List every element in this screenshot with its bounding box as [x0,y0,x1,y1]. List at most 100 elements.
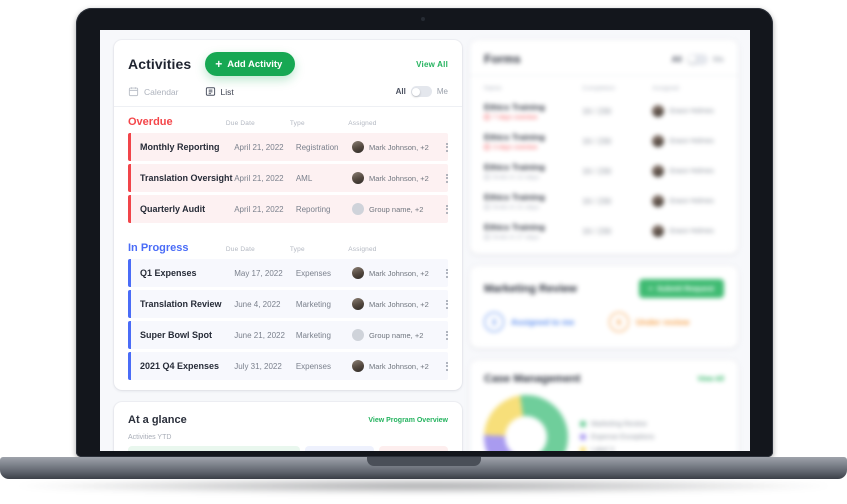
form-name: Ethics Training [484,101,545,112]
row-name: Q1 Expenses [140,268,197,278]
forms-toggle-label-all: All [671,54,682,64]
form-status-label: 3 days overdue [493,143,538,151]
form-completion: 16 / 230 [582,226,612,236]
row-type: Marketing [295,330,331,340]
activities-header: Activities + Add Activity View All [114,40,462,84]
column-header-due-date: Due Date [225,246,255,253]
row-due-date: June 21, 2022 [234,330,285,340]
case-management-body: Marketing Review Expense Exceptions Label … [470,385,738,451]
row-type: AML [295,173,313,183]
forms-title: Forms [484,52,521,66]
forms-row[interactable]: Ethics Training Ends in 27 days 16 / 230… [470,216,738,246]
table-row[interactable]: Monthly Reporting April 21, 2022 Registr… [128,133,449,161]
form-assigned: Grace Holmes [652,195,724,207]
table-row[interactable]: Q1 Expenses May 17, 2022 Expenses Mark J… [128,259,449,287]
table-row[interactable]: Quarterly Audit April 21, 2022 Reporting… [128,195,449,223]
row-type: Expenses [295,361,331,371]
legend-swatch [580,447,586,451]
case-management-header: Case Management View All [470,360,738,385]
clock-icon [484,234,490,240]
legend-item: Expense Exceptions [580,434,654,441]
row-name: Translation Review [140,299,222,309]
forms-scope-toggle[interactable]: All Me [671,53,724,65]
row-name: 2021 Q4 Expenses [140,361,220,371]
marketing-review-stats: 3 Assigned to me 6 Under review [470,298,738,348]
donut-hole [505,416,547,451]
legend-label: Expense Exceptions [591,433,655,441]
scope-switch[interactable] [410,86,432,97]
form-status: Ends in 21 days [484,204,582,211]
clock-icon [484,204,490,210]
plus-icon: + [215,57,223,71]
marketing-review-title: Marketing Review [484,282,577,295]
form-assigned: Grace Holmes [652,165,724,177]
row-due-date: April 21, 2022 [234,204,284,214]
row-menu-icon[interactable] [434,299,449,309]
form-completion: 16 / 230 [582,136,612,146]
legend-swatch [580,434,586,440]
row-assigned: Mark Johnson, +2 [351,141,434,153]
stat-tile-in-progress[interactable]: 4 [304,446,374,451]
submit-request-button[interactable]: + Submit Request [638,279,724,298]
toggle-label-all: All [395,87,406,96]
activities-title: Activities [128,56,192,72]
at-a-glance-card: At a glance View Program Overview Activi… [114,402,462,451]
switch-knob [412,87,421,96]
form-status-label: Ends in 12 days [493,173,540,181]
avatar [652,105,665,117]
table-row[interactable]: 2021 Q4 Expenses July 31, 2022 Expenses … [128,352,449,380]
row-menu-icon[interactable] [434,361,449,371]
laptop-base-notch [367,457,481,466]
laptop-screen: Activities + Add Activity View All Calen… [100,30,750,451]
forms-row[interactable]: Ethics Training Ends in 21 days 16 / 230… [470,186,738,216]
calendar-icon [128,86,139,97]
avatar [351,329,364,341]
row-menu-icon[interactable] [434,330,449,340]
view-program-overview-link[interactable]: View Program Overview [368,417,448,424]
row-menu-icon[interactable] [434,268,449,278]
table-row[interactable]: Super Bowl Spot June 21, 2022 Marketing … [128,321,449,349]
forms-row[interactable]: Ethics Training 7 days overdue 16 / 230 … [470,96,738,126]
table-row[interactable]: Translation Oversight April 21, 2022 AML… [128,164,449,192]
dashboard-right-column: Forms All Me Name Completion Assigned Et… [470,40,738,451]
stat-under-review[interactable]: 6 Under review [609,312,724,332]
add-activity-label: Add Activity [227,58,283,70]
forms-row[interactable]: Ethics Training Ends in 12 days 16 / 230… [470,156,738,186]
at-a-glance-tiles: 27 4 3 [114,446,462,451]
form-name: Ethics Training [484,131,545,142]
row-menu-icon[interactable] [434,173,449,183]
avatar [351,267,364,279]
row-menu-icon[interactable] [434,142,449,152]
form-status: Ends in 12 days [484,174,582,181]
forms-toggle-label-me: Me [712,54,724,64]
forms-scope-switch[interactable] [686,53,708,65]
avatar [652,135,665,147]
stat-tile-activities[interactable]: 27 [128,446,300,451]
row-due-date: April 21, 2022 [234,173,284,183]
activities-view-all-link[interactable]: View All [416,60,448,69]
assignee-name: Mark Johnson, +2 [368,268,429,278]
stat-tile-overdue[interactable]: 3 [378,446,448,451]
row-assigned: Mark Johnson, +2 [351,172,434,184]
tab-calendar[interactable]: Calendar [128,86,179,97]
dashboard-left-column: Activities + Add Activity View All Calen… [114,40,462,451]
stat-assigned-to-me[interactable]: 3 Assigned to me [484,312,599,332]
case-management-view-all-link[interactable]: View All [698,376,724,383]
row-assigned: Mark Johnson, +2 [351,267,434,279]
case-management-donut-chart [484,395,568,451]
form-assigned: Grace Holmes [652,105,724,117]
at-a-glance-title: At a glance [128,414,187,426]
form-name: Ethics Training [484,161,545,172]
tab-list[interactable]: List [205,86,234,97]
legend-label: Marketing Review [591,420,647,428]
row-type: Registration [295,142,339,152]
forms-row[interactable]: Ethics Training 3 days overdue 16 / 230 … [470,126,738,156]
tab-calendar-label: Calendar [144,86,179,97]
activities-card: Activities + Add Activity View All Calen… [114,40,462,390]
row-menu-icon[interactable] [434,204,449,214]
add-activity-button[interactable]: + Add Activity [205,52,296,76]
table-row[interactable]: Translation Review June 4, 2022 Marketin… [128,290,449,318]
row-type: Reporting [295,204,331,214]
avatar [652,195,665,207]
activities-scope-toggle[interactable]: All Me [396,86,448,97]
